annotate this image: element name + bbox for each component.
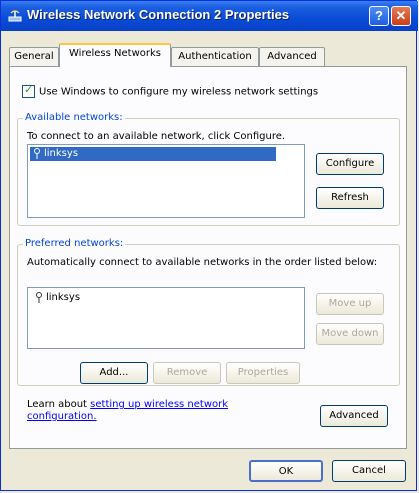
preferred-instructions: Automatically connect to available netwo… [27, 257, 378, 268]
checkmark-icon: ✓ [24, 83, 34, 96]
network-name: linksys [46, 292, 81, 303]
refresh-button[interactable]: Refresh [316, 187, 384, 209]
add-button[interactable]: Add... [80, 362, 148, 384]
list-item[interactable]: linksys [30, 147, 276, 161]
available-networks-list[interactable]: linksys [27, 144, 305, 218]
use-windows-checkbox[interactable]: ✓ [22, 83, 35, 98]
properties-button[interactable]: Properties [226, 362, 300, 384]
window-title: Wireless Network Connection 2 Properties [27, 7, 290, 22]
title-bar[interactable]: Wireless Network Connection 2 Properties… [1, 1, 418, 31]
move-up-button[interactable]: Move up [316, 293, 384, 315]
use-windows-checkbox-row[interactable]: ✓ Use Windows to configure my wireless ne… [22, 83, 319, 98]
preferred-networks-list[interactable]: linksys [27, 287, 305, 349]
tab-wireless-networks[interactable]: Wireless Networks [59, 43, 171, 67]
configure-button[interactable]: Configure [316, 153, 384, 175]
preferred-networks-label: Preferred networks: [23, 238, 126, 249]
network-connection-icon [8, 10, 22, 22]
available-instructions: To connect to an available network, clic… [27, 131, 286, 142]
ok-button[interactable]: OK [249, 460, 323, 482]
antenna-icon [36, 291, 42, 303]
cancel-button[interactable]: Cancel [332, 460, 406, 482]
antenna-icon [34, 147, 40, 159]
advanced-button[interactable]: Advanced [320, 405, 388, 427]
learn-prefix: Learn about [27, 399, 91, 410]
available-networks-label: Available networks: [23, 112, 125, 123]
move-down-button[interactable]: Move down [316, 323, 384, 345]
help-button[interactable]: ? [369, 6, 389, 26]
remove-button[interactable]: Remove [153, 362, 221, 384]
list-item[interactable]: linksys [32, 291, 83, 305]
use-windows-label: Use Windows to configure my wireless net… [39, 86, 319, 98]
tab-general[interactable]: General [9, 47, 59, 66]
network-name: linksys [44, 148, 79, 159]
learn-about-text: Learn about setting up wireless network … [27, 399, 267, 423]
tab-authentication[interactable]: Authentication [171, 47, 259, 66]
tab-advanced[interactable]: Advanced [259, 47, 325, 66]
close-button[interactable]: ✕ [391, 6, 411, 26]
